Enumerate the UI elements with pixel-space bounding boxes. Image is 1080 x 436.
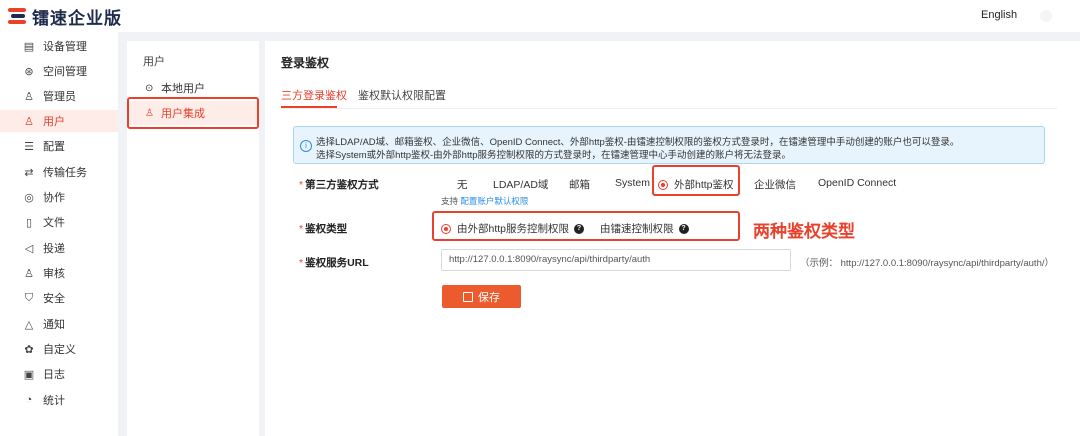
sidebar-item-transfer[interactable]: ⇄ 传输任务 [0, 161, 118, 183]
main-panel: 登录鉴权 三方登录鉴权 鉴权默认权限配置 i 选择LDAP/AD域、邮箱鉴权、企… [265, 41, 1080, 436]
auth-url-label: * 鉴权服务URL [299, 257, 369, 269]
highlight-box-auth-type [432, 211, 740, 241]
auth-url-example: （示例： http://127.0.0.1:8090/raysync/api/t… [800, 258, 1054, 269]
auth-method-none[interactable]: 无 [441, 177, 468, 192]
save-icon [463, 291, 473, 302]
sidebar-item-file[interactable]: ▯ 文件 [0, 211, 118, 233]
sidebar-item-admin[interactable]: ♙ 管理员 [0, 85, 118, 107]
sidebar: ▤ 设备管理 ⊛ 空间管理 ♙ 管理员 ♙ 用户 ☰ 配置 ⇄ 传输任务 ◎ 协作 ▯ 文件 ◁… [0, 32, 118, 436]
auth-method-hint: 支持 配置账户默认权限 [441, 196, 529, 206]
shield-icon: ⛉ [24, 291, 34, 304]
bell-icon: △ [24, 318, 34, 331]
tab-default-permissions[interactable]: 鉴权默认权限配置 [358, 87, 446, 103]
sidebar-item-stats[interactable]: ◔ 统计 [0, 389, 118, 411]
transfer-icon: ⇄ [24, 166, 34, 179]
alert-line-1: 选择LDAP/AD域、邮箱鉴权、企业微信、OpenID Connect、外部ht… [316, 137, 960, 148]
page-title: 登录鉴权 [281, 56, 330, 70]
annotation-text: 两种鉴权类型 [753, 222, 855, 241]
custom-icon: ✿ [24, 343, 34, 356]
sidebar-item-send[interactable]: ◁ 投递 [0, 237, 118, 259]
file-icon: ▯ [25, 216, 33, 229]
collab-icon: ◎ [24, 191, 34, 204]
tab-bar: 三方登录鉴权 鉴权默认权限配置 [281, 81, 1057, 109]
user-avatar[interactable] [1040, 10, 1052, 22]
sidebar-item-security[interactable]: ⛉ 安全 [0, 287, 118, 309]
auth-method-label: * 第三方鉴权方式 [299, 179, 379, 191]
admin-icon: ♙ [24, 90, 34, 103]
sidebar-item-review[interactable]: ♙ 审核 [0, 262, 118, 284]
top-bar: 镭速企业版 English [0, 0, 1080, 32]
auth-method-system[interactable]: System [599, 177, 650, 189]
auth-method-openid[interactable]: OpenID Connect [802, 177, 896, 189]
sidebar-item-user[interactable]: ♙ 用户 [0, 110, 118, 132]
stats-icon: ◔ [25, 394, 33, 406]
default-permission-link[interactable]: 配置账户默认权限 [460, 196, 528, 206]
user-icon: ♙ [24, 115, 34, 128]
logo-icon [8, 7, 28, 25]
highlight-box-subnav [127, 97, 259, 129]
tab-active-indicator [281, 106, 337, 108]
alert-line-2: 选择System或外部http鉴权-由外部http服务控制权限的方式登录时，在镭… [316, 150, 792, 161]
auth-method-ldap[interactable]: LDAP/AD域 [477, 177, 548, 192]
info-alert: i 选择LDAP/AD域、邮箱鉴权、企业微信、OpenID Connect、外部… [293, 126, 1045, 164]
device-icon: ▤ [23, 40, 35, 53]
auth-method-email[interactable]: 邮箱 [553, 177, 590, 192]
send-icon: ◁ [24, 242, 34, 255]
log-icon: ▣ [23, 368, 35, 381]
auth-type-label: * 鉴权类型 [299, 223, 348, 235]
auth-method-wecom[interactable]: 企业微信 [738, 177, 796, 192]
highlight-box-http [652, 165, 740, 196]
auth-url-input[interactable]: http://127.0.0.1:8090/raysync/api/thirdp… [441, 249, 791, 271]
space-icon: ⊛ [24, 65, 34, 78]
config-icon: ☰ [24, 140, 34, 153]
info-icon: i [300, 140, 312, 152]
sidebar-item-config[interactable]: ☰ 配置 [0, 135, 118, 157]
sidebar-item-space[interactable]: ⊛ 空间管理 [0, 60, 118, 82]
local-user-icon: ⊙ [145, 82, 154, 94]
save-button[interactable]: 保存 [442, 285, 521, 308]
brand-logo[interactable]: 镭速企业版 [8, 4, 122, 29]
subnav-title: 用户 [143, 56, 165, 68]
review-icon: ♙ [24, 267, 34, 280]
sidebar-item-notify[interactable]: △ 通知 [0, 313, 118, 335]
sidebar-item-custom[interactable]: ✿ 自定义 [0, 338, 118, 360]
brand-name: 镭速企业版 [32, 8, 122, 28]
sidebar-item-collab[interactable]: ◎ 协作 [0, 186, 118, 208]
language-switch[interactable]: English [981, 9, 1017, 21]
sidebar-item-device[interactable]: ▤ 设备管理 [0, 35, 118, 57]
tab-third-party-auth[interactable]: 三方登录鉴权 [281, 87, 347, 103]
sidebar-item-log[interactable]: ▣ 日志 [0, 363, 118, 385]
